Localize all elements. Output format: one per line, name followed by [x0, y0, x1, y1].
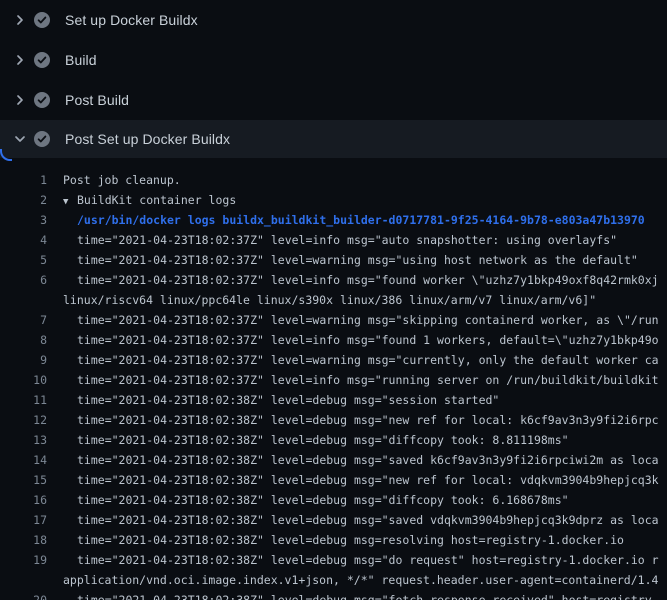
log-line: 5time="2021-04-23T18:02:37Z" level=warni… [0, 250, 667, 270]
chevron-right-icon [12, 92, 28, 108]
group-expanded-triangle-icon: ▼ [63, 192, 77, 212]
log-line: 10time="2021-04-23T18:02:37Z" level=info… [0, 370, 667, 390]
log-line: application/vnd.oci.image.index.v1+json,… [0, 570, 667, 590]
line-number-link [0, 290, 47, 310]
command-text: /usr/bin/docker logs buildx_buildkit_bui… [47, 210, 645, 230]
line-number-link[interactable]: 2 [0, 190, 47, 210]
line-number-link[interactable]: 9 [0, 350, 47, 370]
log-text: time="2021-04-23T18:02:38Z" level=debug … [47, 550, 659, 570]
line-number-link[interactable]: 13 [0, 430, 47, 450]
log-line: 12time="2021-04-23T18:02:38Z" level=debu… [0, 410, 667, 430]
log-line: 9time="2021-04-23T18:02:37Z" level=warni… [0, 350, 667, 370]
log-text: time="2021-04-23T18:02:37Z" level=warnin… [47, 350, 659, 370]
step-title: Post Set up Docker Buildx [65, 131, 230, 147]
log-text: time="2021-04-23T18:02:38Z" level=debug … [47, 410, 659, 430]
log-text: Post job cleanup. [47, 170, 181, 190]
log-line: 1Post job cleanup. [0, 170, 667, 190]
log-line: linux/riscv64 linux/ppc64le linux/s390x … [0, 290, 667, 310]
log-area: 1Post job cleanup.2▼BuildKit container l… [0, 158, 667, 600]
log-text: time="2021-04-23T18:02:38Z" level=debug … [47, 510, 659, 530]
line-number-link[interactable]: 16 [0, 490, 47, 510]
check-circle-icon [34, 12, 50, 28]
log-line: 20time="2021-04-23T18:02:38Z" level=debu… [0, 590, 667, 600]
log-line: 8time="2021-04-23T18:02:37Z" level=info … [0, 330, 667, 350]
log-text: time="2021-04-23T18:02:38Z" level=debug … [47, 490, 569, 510]
line-number-link[interactable]: 17 [0, 510, 47, 530]
log-line: 15time="2021-04-23T18:02:38Z" level=debu… [0, 470, 667, 490]
line-number-link[interactable]: 19 [0, 550, 47, 570]
check-circle-icon [34, 92, 50, 108]
log-group-toggle[interactable]: ▼BuildKit container logs [47, 190, 236, 210]
log-text: time="2021-04-23T18:02:37Z" level=info m… [47, 230, 617, 250]
step-title: Set up Docker Buildx [65, 12, 198, 28]
log-line: 3/usr/bin/docker logs buildx_buildkit_bu… [0, 210, 667, 230]
line-number-link[interactable]: 1 [0, 170, 47, 190]
line-number-link[interactable]: 20 [0, 590, 47, 600]
log-text: linux/riscv64 linux/ppc64le linux/s390x … [47, 290, 596, 310]
line-number-link[interactable]: 4 [0, 230, 47, 250]
log-line: 16time="2021-04-23T18:02:38Z" level=debu… [0, 490, 667, 510]
line-number-link[interactable]: 15 [0, 470, 47, 490]
check-circle-icon [34, 52, 50, 68]
log-line: 4time="2021-04-23T18:02:37Z" level=info … [0, 230, 667, 250]
line-number-link[interactable]: 11 [0, 390, 47, 410]
step-title: Post Build [65, 92, 129, 108]
line-number-link[interactable]: 3 [0, 210, 47, 230]
log-text: time="2021-04-23T18:02:38Z" level=debug … [47, 390, 499, 410]
chevron-right-icon [12, 12, 28, 28]
line-number-link[interactable]: 14 [0, 450, 47, 470]
log-text: time="2021-04-23T18:02:38Z" level=debug … [47, 430, 569, 450]
check-circle-icon [34, 131, 50, 147]
line-number-link[interactable]: 6 [0, 270, 47, 290]
actions-log-viewer: Set up Docker Buildx Build Post Build Post … [0, 0, 667, 600]
log-text: application/vnd.oci.image.index.v1+json,… [47, 570, 658, 590]
log-text: time="2021-04-23T18:02:37Z" level=warnin… [47, 250, 638, 270]
log-text: time="2021-04-23T18:02:37Z" level=info m… [47, 270, 659, 290]
log-line: 11time="2021-04-23T18:02:38Z" level=debu… [0, 390, 667, 410]
log-line: 19time="2021-04-23T18:02:38Z" level=debu… [0, 550, 667, 570]
log-text: time="2021-04-23T18:02:37Z" level=info m… [47, 330, 659, 350]
line-number-link[interactable]: 8 [0, 330, 47, 350]
log-text: time="2021-04-23T18:02:38Z" level=debug … [47, 450, 659, 470]
log-line: 7time="2021-04-23T18:02:37Z" level=warni… [0, 310, 667, 330]
line-number-link[interactable]: 12 [0, 410, 47, 430]
line-number-link[interactable]: 5 [0, 250, 47, 270]
log-line: 6time="2021-04-23T18:02:37Z" level=info … [0, 270, 667, 290]
line-number-link[interactable]: 7 [0, 310, 47, 330]
line-number-link[interactable]: 10 [0, 370, 47, 390]
step-header[interactable]: Build [0, 40, 667, 80]
step-header[interactable]: Post Build [0, 80, 667, 120]
log-line: 14time="2021-04-23T18:02:38Z" level=debu… [0, 450, 667, 470]
log-text: time="2021-04-23T18:02:38Z" level=debug … [47, 590, 659, 600]
group-title: BuildKit container logs [77, 193, 236, 207]
log-text: time="2021-04-23T18:02:37Z" level=info m… [47, 370, 659, 390]
steps-list: Set up Docker Buildx Build Post Build Post … [0, 0, 667, 158]
chevron-right-icon [12, 52, 28, 68]
log-text: time="2021-04-23T18:02:38Z" level=debug … [47, 470, 659, 490]
log-text: time="2021-04-23T18:02:37Z" level=warnin… [47, 310, 659, 330]
step-header[interactable]: Post Set up Docker Buildx [0, 120, 667, 158]
step-title: Build [65, 52, 97, 68]
log-line: 17time="2021-04-23T18:02:38Z" level=debu… [0, 510, 667, 530]
line-number-link[interactable]: 18 [0, 530, 47, 550]
line-number-link [0, 570, 47, 590]
log-text: time="2021-04-23T18:02:38Z" level=debug … [47, 530, 624, 550]
log-line: 2▼BuildKit container logs [0, 190, 667, 210]
step-header[interactable]: Set up Docker Buildx [0, 0, 667, 40]
log-line: 18time="2021-04-23T18:02:38Z" level=debu… [0, 530, 667, 550]
log-line: 13time="2021-04-23T18:02:38Z" level=debu… [0, 430, 667, 450]
chevron-down-icon [12, 131, 28, 147]
